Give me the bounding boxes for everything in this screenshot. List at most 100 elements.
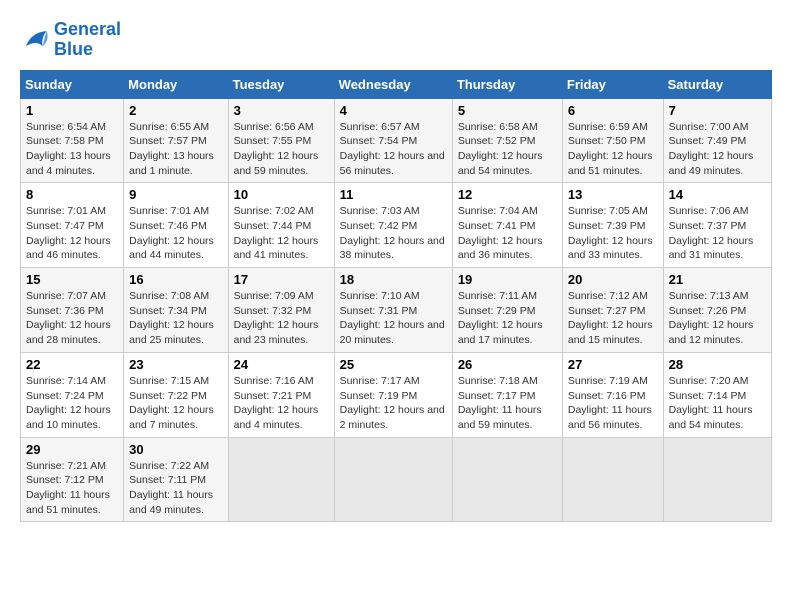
day-number: 17 [234, 272, 329, 287]
week-row-1: 1 Sunrise: 6:54 AMSunset: 7:58 PMDayligh… [21, 98, 772, 183]
logo-icon [20, 25, 50, 55]
day-info: Sunrise: 7:04 AMSunset: 7:41 PMDaylight:… [458, 204, 557, 263]
day-cell [334, 437, 452, 522]
column-header-sunday: Sunday [21, 70, 124, 98]
day-cell: 25 Sunrise: 7:17 AMSunset: 7:19 PMDaylig… [334, 352, 452, 437]
day-number: 26 [458, 357, 557, 372]
day-cell: 15 Sunrise: 7:07 AMSunset: 7:36 PMDaylig… [21, 268, 124, 353]
day-cell [452, 437, 562, 522]
day-cell: 19 Sunrise: 7:11 AMSunset: 7:29 PMDaylig… [452, 268, 562, 353]
day-cell: 30 Sunrise: 7:22 AMSunset: 7:11 PMDaylig… [124, 437, 228, 522]
day-info: Sunrise: 6:54 AMSunset: 7:58 PMDaylight:… [26, 120, 118, 179]
logo: General Blue [20, 20, 121, 60]
day-number: 16 [129, 272, 222, 287]
day-info: Sunrise: 7:08 AMSunset: 7:34 PMDaylight:… [129, 289, 222, 348]
day-info: Sunrise: 6:55 AMSunset: 7:57 PMDaylight:… [129, 120, 222, 179]
day-cell: 28 Sunrise: 7:20 AMSunset: 7:14 PMDaylig… [663, 352, 771, 437]
day-number: 13 [568, 187, 658, 202]
day-number: 14 [669, 187, 766, 202]
day-number: 21 [669, 272, 766, 287]
day-number: 4 [340, 103, 447, 118]
day-info: Sunrise: 7:18 AMSunset: 7:17 PMDaylight:… [458, 374, 557, 433]
day-cell: 9 Sunrise: 7:01 AMSunset: 7:46 PMDayligh… [124, 183, 228, 268]
day-number: 18 [340, 272, 447, 287]
day-info: Sunrise: 7:12 AMSunset: 7:27 PMDaylight:… [568, 289, 658, 348]
day-cell: 27 Sunrise: 7:19 AMSunset: 7:16 PMDaylig… [562, 352, 663, 437]
day-cell: 16 Sunrise: 7:08 AMSunset: 7:34 PMDaylig… [124, 268, 228, 353]
day-number: 22 [26, 357, 118, 372]
column-header-wednesday: Wednesday [334, 70, 452, 98]
column-header-tuesday: Tuesday [228, 70, 334, 98]
day-info: Sunrise: 7:14 AMSunset: 7:24 PMDaylight:… [26, 374, 118, 433]
day-info: Sunrise: 7:06 AMSunset: 7:37 PMDaylight:… [669, 204, 766, 263]
day-info: Sunrise: 7:22 AMSunset: 7:11 PMDaylight:… [129, 459, 222, 518]
day-number: 10 [234, 187, 329, 202]
day-number: 1 [26, 103, 118, 118]
day-cell: 13 Sunrise: 7:05 AMSunset: 7:39 PMDaylig… [562, 183, 663, 268]
week-row-4: 22 Sunrise: 7:14 AMSunset: 7:24 PMDaylig… [21, 352, 772, 437]
column-header-thursday: Thursday [452, 70, 562, 98]
day-number: 5 [458, 103, 557, 118]
calendar-header-row: SundayMondayTuesdayWednesdayThursdayFrid… [21, 70, 772, 98]
day-info: Sunrise: 7:17 AMSunset: 7:19 PMDaylight:… [340, 374, 447, 433]
logo-text: General Blue [54, 20, 121, 60]
day-cell: 5 Sunrise: 6:58 AMSunset: 7:52 PMDayligh… [452, 98, 562, 183]
day-info: Sunrise: 7:05 AMSunset: 7:39 PMDaylight:… [568, 204, 658, 263]
day-number: 6 [568, 103, 658, 118]
day-cell: 26 Sunrise: 7:18 AMSunset: 7:17 PMDaylig… [452, 352, 562, 437]
day-number: 3 [234, 103, 329, 118]
day-info: Sunrise: 6:58 AMSunset: 7:52 PMDaylight:… [458, 120, 557, 179]
day-info: Sunrise: 7:10 AMSunset: 7:31 PMDaylight:… [340, 289, 447, 348]
day-cell: 7 Sunrise: 7:00 AMSunset: 7:49 PMDayligh… [663, 98, 771, 183]
day-number: 23 [129, 357, 222, 372]
day-cell: 4 Sunrise: 6:57 AMSunset: 7:54 PMDayligh… [334, 98, 452, 183]
day-cell: 22 Sunrise: 7:14 AMSunset: 7:24 PMDaylig… [21, 352, 124, 437]
day-cell: 11 Sunrise: 7:03 AMSunset: 7:42 PMDaylig… [334, 183, 452, 268]
day-cell: 20 Sunrise: 7:12 AMSunset: 7:27 PMDaylig… [562, 268, 663, 353]
day-number: 29 [26, 442, 118, 457]
day-cell: 3 Sunrise: 6:56 AMSunset: 7:55 PMDayligh… [228, 98, 334, 183]
day-info: Sunrise: 7:01 AMSunset: 7:46 PMDaylight:… [129, 204, 222, 263]
day-cell: 24 Sunrise: 7:16 AMSunset: 7:21 PMDaylig… [228, 352, 334, 437]
day-info: Sunrise: 7:02 AMSunset: 7:44 PMDaylight:… [234, 204, 329, 263]
calendar-body: 1 Sunrise: 6:54 AMSunset: 7:58 PMDayligh… [21, 98, 772, 522]
day-info: Sunrise: 6:56 AMSunset: 7:55 PMDaylight:… [234, 120, 329, 179]
day-number: 20 [568, 272, 658, 287]
day-info: Sunrise: 7:07 AMSunset: 7:36 PMDaylight:… [26, 289, 118, 348]
day-cell [663, 437, 771, 522]
day-info: Sunrise: 7:16 AMSunset: 7:21 PMDaylight:… [234, 374, 329, 433]
day-cell: 10 Sunrise: 7:02 AMSunset: 7:44 PMDaylig… [228, 183, 334, 268]
page-header: General Blue [20, 20, 772, 60]
day-info: Sunrise: 7:13 AMSunset: 7:26 PMDaylight:… [669, 289, 766, 348]
day-number: 2 [129, 103, 222, 118]
day-number: 24 [234, 357, 329, 372]
day-info: Sunrise: 6:59 AMSunset: 7:50 PMDaylight:… [568, 120, 658, 179]
calendar-table: SundayMondayTuesdayWednesdayThursdayFrid… [20, 70, 772, 523]
day-info: Sunrise: 7:11 AMSunset: 7:29 PMDaylight:… [458, 289, 557, 348]
day-cell: 14 Sunrise: 7:06 AMSunset: 7:37 PMDaylig… [663, 183, 771, 268]
day-number: 15 [26, 272, 118, 287]
day-cell: 18 Sunrise: 7:10 AMSunset: 7:31 PMDaylig… [334, 268, 452, 353]
day-info: Sunrise: 7:15 AMSunset: 7:22 PMDaylight:… [129, 374, 222, 433]
day-cell: 2 Sunrise: 6:55 AMSunset: 7:57 PMDayligh… [124, 98, 228, 183]
day-cell: 12 Sunrise: 7:04 AMSunset: 7:41 PMDaylig… [452, 183, 562, 268]
week-row-3: 15 Sunrise: 7:07 AMSunset: 7:36 PMDaylig… [21, 268, 772, 353]
day-number: 8 [26, 187, 118, 202]
week-row-5: 29 Sunrise: 7:21 AMSunset: 7:12 PMDaylig… [21, 437, 772, 522]
column-header-saturday: Saturday [663, 70, 771, 98]
day-info: Sunrise: 7:19 AMSunset: 7:16 PMDaylight:… [568, 374, 658, 433]
day-cell [228, 437, 334, 522]
day-cell: 23 Sunrise: 7:15 AMSunset: 7:22 PMDaylig… [124, 352, 228, 437]
day-info: Sunrise: 7:03 AMSunset: 7:42 PMDaylight:… [340, 204, 447, 263]
day-cell: 8 Sunrise: 7:01 AMSunset: 7:47 PMDayligh… [21, 183, 124, 268]
day-cell: 21 Sunrise: 7:13 AMSunset: 7:26 PMDaylig… [663, 268, 771, 353]
day-info: Sunrise: 7:01 AMSunset: 7:47 PMDaylight:… [26, 204, 118, 263]
day-info: Sunrise: 7:20 AMSunset: 7:14 PMDaylight:… [669, 374, 766, 433]
day-info: Sunrise: 7:21 AMSunset: 7:12 PMDaylight:… [26, 459, 118, 518]
day-number: 27 [568, 357, 658, 372]
day-number: 30 [129, 442, 222, 457]
day-number: 11 [340, 187, 447, 202]
day-cell: 17 Sunrise: 7:09 AMSunset: 7:32 PMDaylig… [228, 268, 334, 353]
day-info: Sunrise: 7:00 AMSunset: 7:49 PMDaylight:… [669, 120, 766, 179]
day-cell: 29 Sunrise: 7:21 AMSunset: 7:12 PMDaylig… [21, 437, 124, 522]
